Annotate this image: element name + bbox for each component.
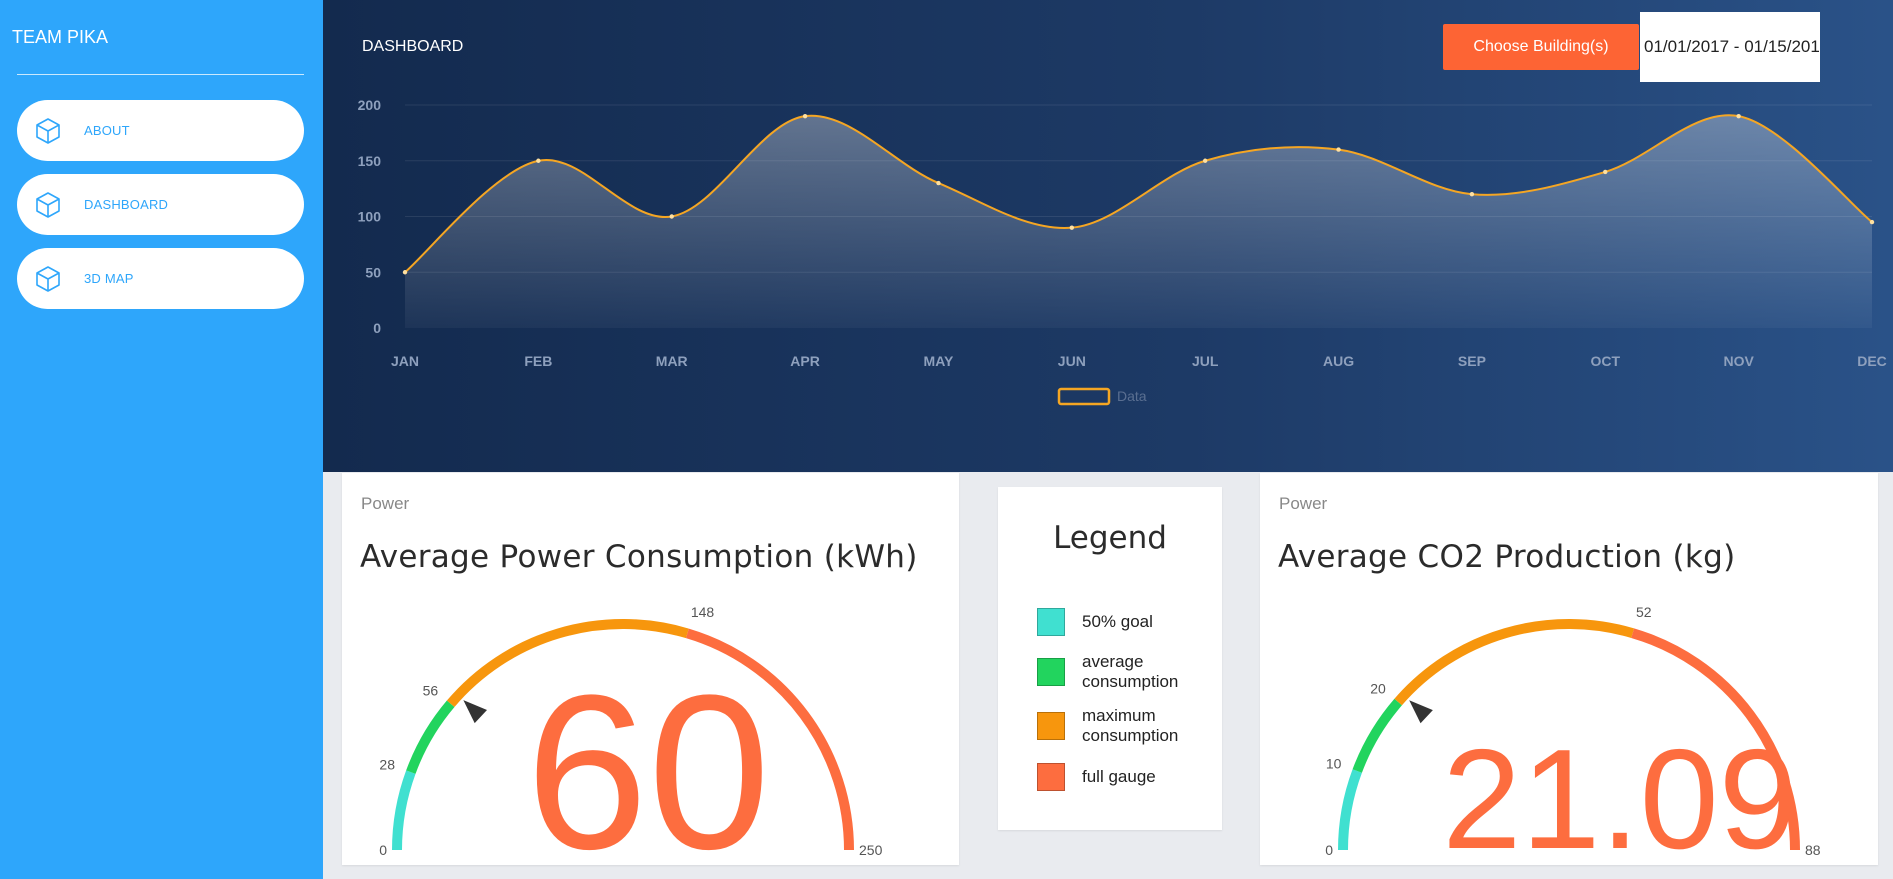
- legend-label: 50% goal: [1082, 612, 1153, 631]
- date-range-input[interactable]: [1640, 12, 1820, 82]
- legend-label: average consumption: [1082, 652, 1179, 691]
- data-point: [1069, 225, 1075, 230]
- gauge-pointer: [463, 700, 488, 724]
- y-tick-label: 100: [358, 209, 382, 225]
- gauge-band-maximum: [1394, 619, 1635, 706]
- cube-icon: [36, 118, 60, 144]
- sidebar-item-label: DASHBOARD: [84, 197, 169, 212]
- sidebar-item-label: ABOUT: [84, 123, 130, 138]
- legend-title: Legend: [1053, 520, 1167, 556]
- y-tick-label: 150: [358, 153, 382, 169]
- legend-label: full gauge: [1082, 767, 1156, 786]
- legend-swatch: [1037, 608, 1065, 636]
- gauge-band-goal: [392, 770, 416, 851]
- gauge-value: 60: [526, 649, 771, 865]
- gauge-tick-label: 0: [1325, 842, 1333, 858]
- gauge-tick-label: 10: [1326, 755, 1342, 771]
- gauge-value: 21.09: [1442, 720, 1797, 865]
- x-tick-label: JUL: [1192, 353, 1219, 369]
- brand-divider: [17, 74, 304, 75]
- gauge-band-goal: [1338, 769, 1362, 851]
- data-point: [1202, 158, 1208, 163]
- x-tick-label: MAR: [656, 353, 688, 369]
- gauge-tick-label: 28: [379, 757, 395, 773]
- power-card: Power Average Power Consumption (kWh) 02…: [342, 473, 959, 865]
- x-tick-label: AUG: [1323, 353, 1354, 369]
- data-point: [802, 113, 808, 119]
- cube-icon: [36, 266, 60, 292]
- x-tick-label: FEB: [524, 353, 552, 369]
- power-gauge: 0 28 56 148 250 60: [379, 604, 883, 865]
- series-area: [405, 115, 1872, 328]
- gauge-band-average: [406, 700, 455, 774]
- y-tick-label: 0: [373, 320, 381, 336]
- legend-swatch: [1057, 387, 1111, 406]
- gauge-band-average: [1352, 698, 1403, 773]
- gauge-tick-label: 250: [859, 842, 883, 858]
- gauge-tick-label: 56: [423, 682, 439, 698]
- sidebar-item-label: 3D MAP: [84, 271, 134, 286]
- gauge-tick-label: 52: [1636, 604, 1652, 620]
- gauge-tick-label: 0: [379, 842, 387, 858]
- brand-title: TEAM PIKA: [12, 27, 109, 47]
- x-tick-label: SEP: [1458, 353, 1486, 369]
- legend-label: Data: [1117, 388, 1147, 404]
- y-tick-label: 200: [358, 97, 382, 113]
- gauge-tick-label: 88: [1805, 842, 1821, 858]
- x-tick-label: NOV: [1723, 353, 1754, 369]
- sidebar-item-3d-map[interactable]: 3D MAP: [17, 248, 304, 309]
- legend-swatch: [1037, 658, 1065, 686]
- data-point: [1869, 219, 1875, 225]
- legend-swatch: [1037, 712, 1065, 740]
- choose-buildings-button[interactable]: Choose Building(s): [1443, 24, 1639, 70]
- data-point: [669, 214, 674, 219]
- sidebar: TEAM PIKA ABOUT DASHBOARD 3D MAP: [0, 0, 323, 879]
- data-point: [1603, 169, 1608, 175]
- legend-card: Legend 50% goal average consumption maxi…: [998, 487, 1222, 830]
- chart-panel: DASHBOARD 0 50 100 150 200 JAN FEB MAR APR MAY JUN…: [323, 0, 1893, 472]
- co2-card: Power Average CO2 Production (kg) 0 10 20 5…: [1260, 473, 1878, 865]
- gauge-pointer: [1409, 700, 1433, 724]
- gauge-tick-label: 148: [691, 604, 715, 620]
- data-point: [536, 158, 541, 163]
- data-point: [936, 180, 941, 186]
- x-tick-label: JUN: [1058, 353, 1086, 369]
- sidebar-item-about[interactable]: ABOUT: [17, 100, 304, 161]
- x-tick-label: DEC: [1857, 353, 1887, 369]
- legend-swatch: [1037, 763, 1065, 791]
- data-point: [1736, 113, 1741, 119]
- y-tick-label: 50: [365, 264, 381, 280]
- data-point: [1469, 192, 1475, 197]
- co2-gauge: 0 10 20 52 88 21.09: [1325, 604, 1821, 865]
- sidebar-item-dashboard[interactable]: DASHBOARD: [17, 174, 304, 235]
- data-point: [1336, 147, 1341, 152]
- cube-icon: [36, 192, 60, 218]
- x-tick-label: APR: [790, 353, 820, 369]
- x-tick-label: JAN: [391, 353, 419, 369]
- gauge-tick-label: 20: [1370, 681, 1386, 697]
- legend-label: maximum consumption: [1082, 706, 1179, 745]
- data-point: [402, 270, 408, 275]
- x-tick-label: OCT: [1590, 353, 1620, 369]
- x-tick-label: MAY: [924, 353, 954, 369]
